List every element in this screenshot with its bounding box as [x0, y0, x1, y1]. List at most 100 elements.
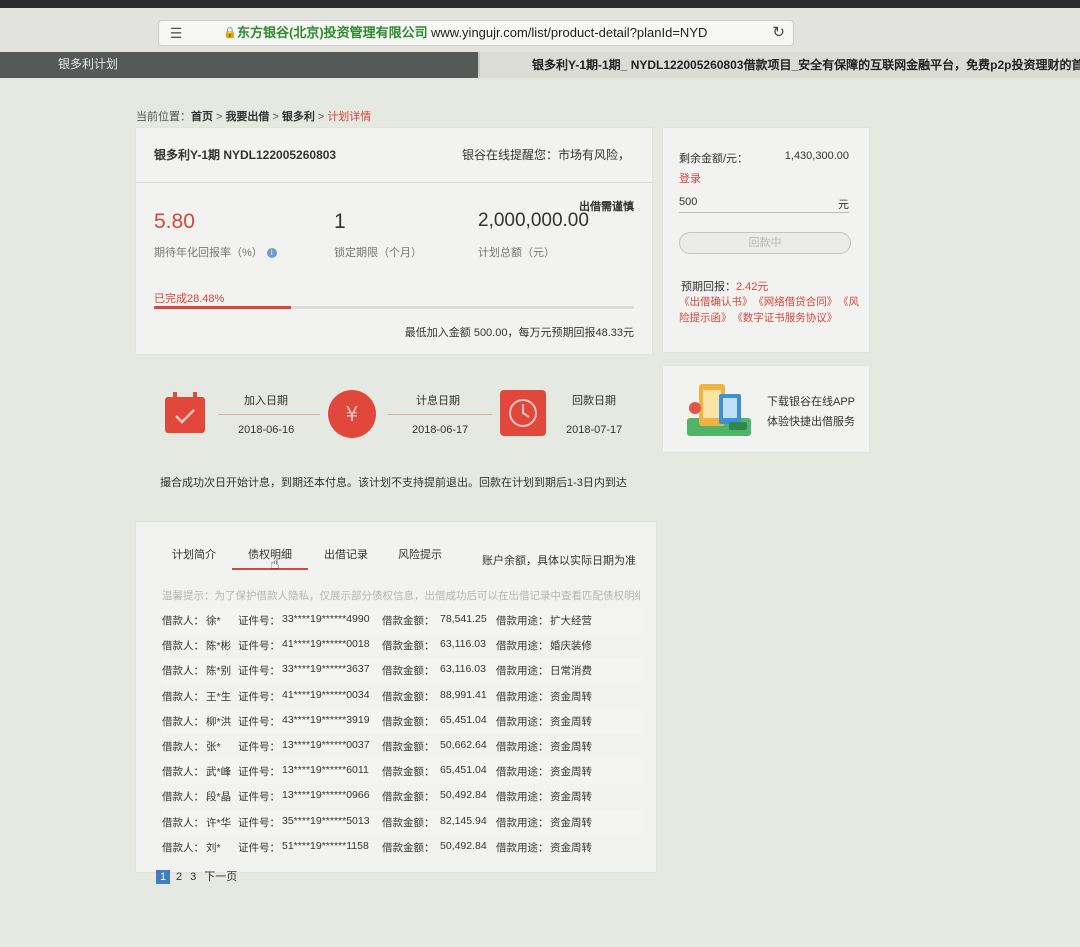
breadcrumb-prefix: 当前位置： — [136, 111, 191, 123]
id-label: 证件号： — [238, 791, 280, 804]
borrower-label: 借款人： — [162, 640, 204, 653]
doc-link-confirmation[interactable]: 《出借确认书》 — [679, 296, 753, 308]
tab-lending-records[interactable]: 出借记录 — [324, 546, 368, 562]
address-bar[interactable]: ☰ 🔒 东方银谷(北京)投资管理有限公司 www.yingujr.com/lis… — [158, 20, 794, 46]
min-investment-note: 最低加入金额 500.00，每万元预期回报48.33元 — [404, 327, 634, 339]
id-number: 13****19******0037 — [282, 738, 370, 751]
borrower-name: 许*华 — [206, 816, 232, 829]
breadcrumb: 当前位置：首页 > 我要出借 > 银多利 > 计划详情 — [136, 108, 371, 124]
page-content: 当前位置：首页 > 我要出借 > 银多利 > 计划详情 银多利Y-1期 NYDL122005… — [0, 78, 1080, 947]
yuan-coin-icon: ¥ — [328, 390, 376, 438]
loan-amount: 50,492.84 — [440, 789, 487, 802]
tab-risk-notice[interactable]: 风险提示 — [398, 546, 442, 562]
return-date-label: 回款日期 — [572, 395, 616, 407]
amount-label: 借款金额： — [382, 740, 435, 753]
progress-label: 已完成28.48% — [154, 293, 225, 305]
invest-panel: 剩余金额/元： 1,430,300.00 登录 元 回款中 预期回报：2.42元… — [663, 128, 869, 352]
loan-row: 借款人： 徐* 证件号： 33****19******4990 借款金额： 78,541.… — [162, 608, 642, 634]
loan-row: 借款人： 武*峰 证件号： 13****19******6011 借款金额： 65,451… — [162, 759, 642, 785]
borrower-label: 借款人： — [162, 816, 204, 829]
doc-link-certificate[interactable]: 《数字证书服务协议》 — [738, 312, 838, 324]
amount-label: 借款金额： — [382, 791, 435, 804]
app-promo-text: 下载银谷在线APP 体验快捷出借服务 — [767, 392, 855, 432]
menu-icon[interactable]: ☰ — [167, 21, 185, 45]
loan-use: 资金周转 — [550, 740, 592, 753]
calendar-icon — [165, 392, 205, 433]
loan-amount: 65,451.04 — [440, 713, 487, 726]
join-date-label: 加入日期 — [244, 395, 288, 407]
browser-toolbar: ☰ 🔒 东方银谷(北京)投资管理有限公司 www.yingujr.com/lis… — [0, 0, 1080, 52]
total-label: 计划总额（元） — [478, 247, 555, 259]
page-1[interactable]: 1 — [156, 870, 170, 884]
borrower-name: 王*生 — [206, 690, 232, 703]
borrower-label: 借款人： — [162, 690, 204, 703]
rate-value: 5.80 — [154, 210, 195, 233]
browser-tab-plan[interactable]: 银多利计划 — [0, 52, 478, 78]
use-label: 借款用途： — [496, 740, 549, 753]
svg-text:¥: ¥ — [346, 402, 359, 426]
expected-label: 预期回报： — [681, 281, 736, 293]
loan-row: 借款人： 刘* 证件号： 51****19******1158 借款金额： 50,492.… — [162, 835, 642, 860]
return-date: 2018-07-17 — [566, 424, 623, 436]
amount-label: 借款金额： — [382, 816, 435, 829]
loan-row: 借款人： 段*晶 证件号： 13****19******0966 借款金额： 50,492… — [162, 784, 642, 809]
amount-unit: 元 — [838, 199, 849, 211]
loan-amount: 63,116.03 — [440, 638, 486, 651]
id-number: 33****19******4990 — [282, 613, 370, 625]
app-promo-line1: 下载银谷在线APP — [767, 396, 856, 408]
amount-label: 借款金额： — [382, 640, 435, 653]
browser-tab-detail[interactable]: 银多利Y-1期-1期_ NYDL122005260803借款项目_安全有保障的互… — [480, 52, 1080, 78]
id-label: 证件号： — [238, 740, 280, 753]
breadcrumb-product[interactable]: 银多利 — [282, 111, 315, 123]
detail-panel: 计划简介 债权明细 出借记录 风险提示 ☝ 账户余额，具体以实际日期为准 温馨提… — [136, 522, 656, 872]
borrower-label: 借款人： — [162, 766, 204, 779]
rate-label-text: 期待年化回报率（%） — [154, 247, 263, 259]
risk-notice: 银谷在线提醒您：市场有风险， — [461, 148, 630, 162]
id-label: 证件号： — [238, 615, 280, 627]
loan-use: 资金周转 — [550, 791, 592, 804]
borrower-label: 借款人： — [162, 791, 204, 804]
page-2[interactable]: 2 — [176, 871, 182, 883]
doc-link-loan-contract[interactable]: 《网络借贷合同》 — [759, 296, 838, 308]
borrower-name: 柳*洪 — [206, 715, 232, 728]
pagination: 1 2 3 下一页 — [156, 868, 245, 884]
breadcrumb-sep: > — [317, 111, 325, 123]
tab-plan-intro[interactable]: 计划简介 — [172, 546, 216, 562]
id-number: 13****19******6011 — [282, 764, 369, 777]
borrower-name: 陈*彬 — [206, 640, 232, 653]
use-label: 借款用途： — [496, 791, 549, 804]
loan-use: 资金周转 — [550, 816, 592, 829]
product-name: 银多利Y-1期 NYDL122005260803 — [154, 148, 337, 162]
loan-row: 借款人： 张* 证件号： 13****19******0037 借款金额： 50,662.… — [162, 734, 642, 759]
borrower-name: 徐* — [206, 615, 221, 627]
breadcrumb-invest[interactable]: 我要出借 — [225, 111, 269, 123]
invest-button[interactable]: 回款中 — [679, 232, 851, 254]
id-label: 证件号： — [238, 715, 280, 728]
use-label: 借款用途： — [496, 665, 549, 678]
breadcrumb-home[interactable]: 首页 — [191, 111, 213, 123]
page-3[interactable]: 3 — [190, 871, 196, 883]
breadcrumb-sep: > — [272, 111, 279, 123]
amount-label: 借款金额： — [382, 715, 435, 728]
loan-row: 借款人： 王*生 证件号： 41****19******0034 借款金额： 88,991… — [162, 684, 642, 709]
loan-use: 扩大经营 — [550, 615, 592, 627]
amount-input[interactable] — [679, 192, 849, 213]
borrower-name: 陈*别 — [206, 665, 232, 678]
remaining-value: 1,430,300.00 — [784, 150, 849, 162]
login-link[interactable]: 登录 — [679, 170, 701, 186]
expected-return: 预期回报：2.42元 — [681, 278, 768, 294]
progress-track — [154, 306, 634, 309]
next-page[interactable]: 下一页 — [204, 871, 237, 883]
interest-notice: 撮合成功次日开始计息，到期还本付息。该计划不支持提前退出。回款在计划到期后1-3… — [160, 477, 627, 489]
borrower-label: 借款人： — [162, 665, 204, 678]
timeline-line — [218, 414, 320, 415]
url-text[interactable]: www.yingujr.com/list/product-detail?plan… — [431, 21, 721, 45]
app-promo[interactable]: 下载银谷在线APP 体验快捷出借服务 — [663, 366, 869, 452]
info-icon[interactable]: i — [266, 248, 277, 259]
contract-links: 《出借确认书》 《网络借贷合同》 《风险提示函》 《数字证书服务协议》 — [679, 294, 859, 326]
loan-row: 借款人： 许*华 证件号： 35****19******5013 借款金额： 82,145… — [162, 809, 642, 835]
use-label: 借款用途： — [496, 766, 549, 779]
expected-value: 2.42元 — [736, 281, 769, 293]
borrower-label: 借款人： — [162, 715, 204, 728]
reload-icon[interactable]: ↻ — [772, 21, 785, 45]
